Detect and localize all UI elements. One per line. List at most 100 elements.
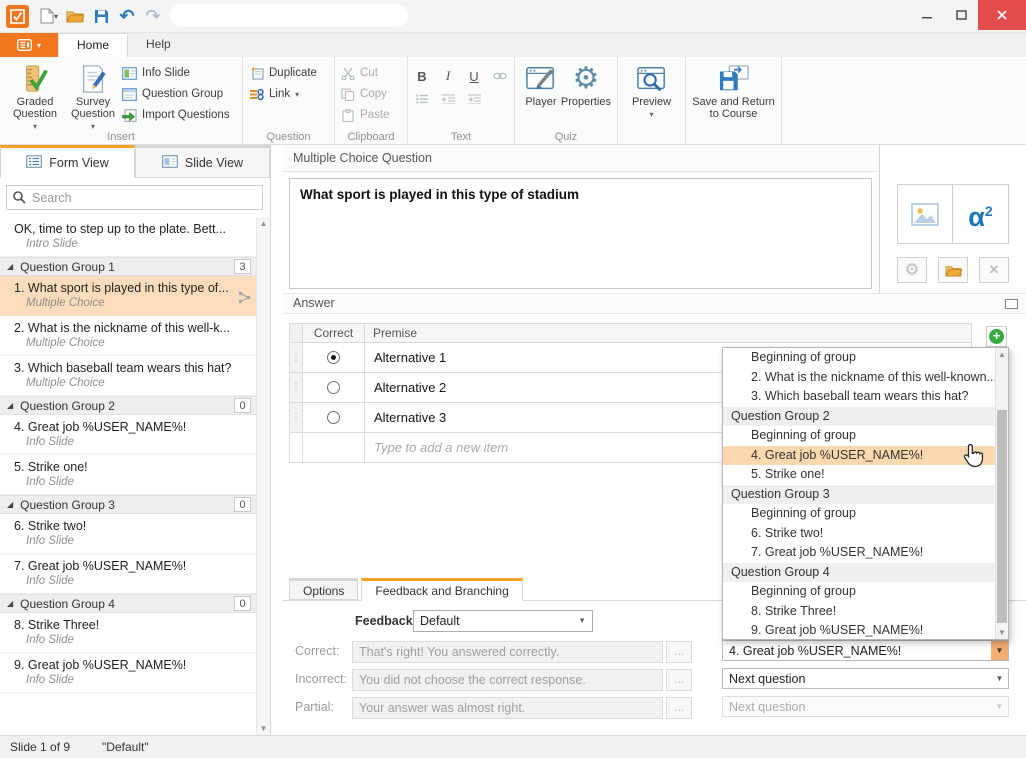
picture-browse-button[interactable]: [938, 257, 968, 283]
formula-button[interactable]: α2: [953, 184, 1009, 244]
ribbon-tab-home[interactable]: Home: [58, 33, 128, 57]
cut-button[interactable]: Cut: [341, 64, 389, 82]
dropdown-group-header[interactable]: Question Group 4: [723, 563, 995, 583]
feedback-text-field[interactable]: Your answer was almost right.: [352, 697, 663, 719]
more-button[interactable]: ...: [666, 697, 692, 719]
question-group-button[interactable]: Question Group: [122, 85, 230, 103]
file-menu-button[interactable]: ▾: [0, 33, 58, 57]
picture-remove-button[interactable]: ✕: [979, 257, 1009, 283]
tab-options[interactable]: Options: [289, 578, 358, 600]
more-button[interactable]: ...: [666, 669, 692, 691]
branch-select[interactable]: Next question▼: [722, 696, 1009, 717]
chevron-down-icon[interactable]: ▼: [991, 697, 1008, 716]
save-and-return-button[interactable]: Save and Return to Course: [692, 60, 775, 120]
slide-list-item[interactable]: 6. Strike two!Info Slide: [0, 514, 256, 554]
chevron-down-icon[interactable]: ▼: [991, 641, 1008, 660]
link-button[interactable]: Link ▾: [249, 85, 317, 103]
branch-select[interactable]: 4. Great job %USER_NAME%!▼: [722, 640, 1009, 661]
bullet-list-button[interactable]: [414, 92, 430, 107]
question-group-header[interactable]: ◢Question Group 20: [0, 396, 256, 415]
scroll-down-icon[interactable]: ▼: [996, 628, 1008, 637]
feedback-type-select[interactable]: Default ▼: [413, 610, 593, 632]
dropdown-group-header[interactable]: Question Group 3: [723, 485, 995, 505]
decrease-indent-button[interactable]: [440, 92, 456, 107]
scroll-up-icon[interactable]: ▲: [257, 219, 270, 228]
dropdown-item[interactable]: 9. Great job %USER_NAME%!: [723, 621, 995, 639]
ribbon-tab-help[interactable]: Help: [128, 33, 189, 57]
redo-button[interactable]: ↷: [141, 4, 165, 28]
correct-radio[interactable]: [327, 351, 340, 364]
slide-list-item[interactable]: 5. Strike one!Info Slide: [0, 455, 256, 495]
info-slide-button[interactable]: Info Slide: [122, 64, 230, 82]
slide-list-item[interactable]: 1. What sport is played in this type of.…: [0, 276, 256, 316]
tab-feedback-and-branching[interactable]: Feedback and Branching: [361, 578, 522, 601]
collapse-triangle-icon[interactable]: ◢: [7, 262, 13, 271]
question-text-box[interactable]: What sport is played in this type of sta…: [289, 178, 872, 289]
dropdown-item[interactable]: 5. Strike one!: [723, 465, 995, 485]
open-button[interactable]: [63, 4, 87, 28]
underline-button[interactable]: U: [466, 69, 482, 84]
drag-handle[interactable]: ⋮: [290, 403, 303, 432]
new-document-button[interactable]: ▾: [37, 4, 61, 28]
copy-button[interactable]: Copy: [341, 85, 389, 103]
scrollbar-thumb[interactable]: [997, 410, 1007, 623]
dropdown-item[interactable]: 7. Great job %USER_NAME%!: [723, 543, 995, 563]
dropdown-item[interactable]: 4. Great job %USER_NAME%!: [723, 446, 995, 466]
hyperlink-button[interactable]: [492, 69, 508, 84]
chevron-down-icon[interactable]: ▼: [991, 669, 1008, 688]
minimize-button[interactable]: [910, 0, 944, 30]
dropdown-item[interactable]: 8. Strike Three!: [723, 602, 995, 622]
dropdown-item[interactable]: Beginning of group: [723, 426, 995, 446]
save-button[interactable]: [89, 4, 113, 28]
italic-button[interactable]: I: [440, 68, 456, 84]
feedback-text-field[interactable]: That's right! You answered correctly.: [352, 641, 663, 663]
picture-settings-button[interactable]: ⚙: [897, 257, 927, 283]
tab-form-view[interactable]: Form View: [0, 145, 135, 178]
question-group-header[interactable]: ◢Question Group 13: [0, 257, 256, 276]
undo-button[interactable]: ↶: [115, 4, 139, 28]
slide-list-item[interactable]: 9. Great job %USER_NAME%!Info Slide: [0, 653, 256, 693]
duplicate-button[interactable]: Duplicate: [249, 64, 317, 82]
dropdown-item[interactable]: 6. Strike two!: [723, 524, 995, 544]
dropdown-item[interactable]: Beginning of group: [723, 504, 995, 524]
dropdown-item[interactable]: Beginning of group: [723, 582, 995, 602]
scroll-down-icon[interactable]: ▼: [257, 724, 270, 733]
close-button[interactable]: [978, 0, 1026, 30]
survey-question-button[interactable]: Survey Question ▾: [64, 60, 122, 133]
branch-select[interactable]: Next question▼: [722, 668, 1009, 689]
collapse-triangle-icon[interactable]: ◢: [7, 599, 13, 608]
expand-panel-icon[interactable]: [1005, 299, 1018, 309]
drag-handle[interactable]: ⋮: [290, 343, 303, 372]
dropdown-item[interactable]: 3. Which baseball team wears this hat?: [723, 387, 995, 407]
drag-handle[interactable]: ⋮: [290, 373, 303, 402]
slide-list-item[interactable]: 4. Great job %USER_NAME%!Info Slide: [0, 415, 256, 455]
dropdown-group-header[interactable]: Question Group 2: [723, 407, 995, 427]
scroll-up-icon[interactable]: ▲: [996, 350, 1008, 359]
correct-radio[interactable]: [327, 411, 340, 424]
dropdown-item[interactable]: Beginning of group: [723, 348, 995, 368]
more-button[interactable]: ...: [666, 641, 692, 663]
player-button[interactable]: Player: [521, 60, 561, 108]
collapse-triangle-icon[interactable]: ◢: [7, 500, 13, 509]
paste-button[interactable]: Paste: [341, 106, 389, 124]
maximize-button[interactable]: [944, 0, 978, 30]
slide-list-item[interactable]: 7. Great job %USER_NAME%!Info Slide: [0, 554, 256, 594]
feedback-text-field[interactable]: You did not choose the correct response.: [352, 669, 663, 691]
dropdown-item[interactable]: 2. What is the nickname of this well-kno…: [723, 368, 995, 388]
increase-indent-button[interactable]: [466, 92, 482, 107]
slide-list-scrollbar[interactable]: ▲ ▼: [256, 217, 270, 735]
collapse-triangle-icon[interactable]: ◢: [7, 401, 13, 410]
properties-button[interactable]: ⚙ Properties: [561, 60, 611, 108]
tab-slide-view[interactable]: Slide View: [135, 145, 270, 178]
slide-list-item[interactable]: 3. Which baseball team wears this hat?Mu…: [0, 356, 256, 396]
graded-question-button[interactable]: Graded Question ▾: [6, 60, 64, 133]
question-group-header[interactable]: ◢Question Group 40: [0, 594, 256, 613]
search-box[interactable]: [6, 185, 263, 210]
search-input[interactable]: [32, 191, 256, 205]
correct-radio[interactable]: [327, 381, 340, 394]
slide-list-item[interactable]: 2. What is the nickname of this well-k..…: [0, 316, 256, 356]
bold-button[interactable]: B: [414, 69, 430, 84]
dropdown-scrollbar[interactable]: ▲ ▼: [995, 348, 1008, 639]
slide-list-item[interactable]: 8. Strike Three!Info Slide: [0, 613, 256, 653]
preview-button[interactable]: Preview ▾: [624, 60, 679, 121]
